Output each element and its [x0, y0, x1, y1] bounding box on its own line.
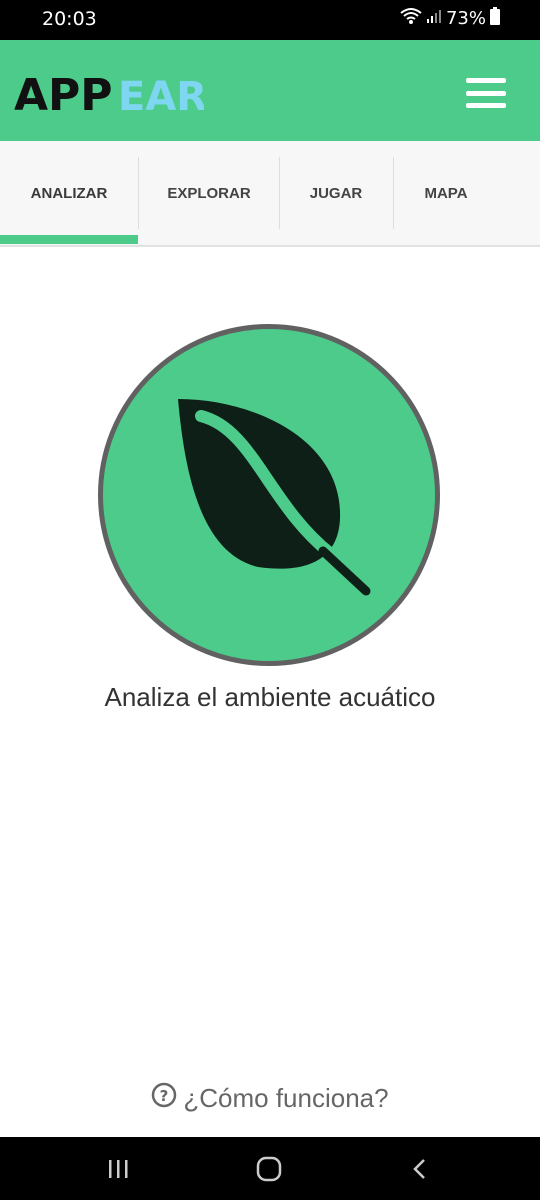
system-nav-bar: [0, 1137, 540, 1200]
menu-icon-bar: [466, 103, 506, 108]
help-circle-icon: ?: [151, 1082, 177, 1115]
svg-text:?: ?: [160, 1087, 169, 1105]
recents-button[interactable]: [78, 1137, 158, 1200]
active-tab-indicator: [0, 235, 138, 244]
tab-analizar[interactable]: ANALIZAR: [0, 141, 138, 245]
status-time: 20:03: [42, 8, 97, 30]
battery-icon: [490, 7, 500, 30]
back-icon: [413, 1158, 425, 1179]
back-button[interactable]: [380, 1137, 460, 1200]
leaf-icon: [178, 399, 371, 596]
hamburger-menu-button[interactable]: [466, 78, 506, 108]
logo-text-app: APP: [14, 74, 113, 120]
menu-icon-bar: [466, 90, 506, 96]
recents-icon: [109, 1159, 128, 1178]
how-it-works-link[interactable]: ? ¿Cómo funciona?: [0, 1082, 540, 1115]
menu-icon-bar: [466, 78, 506, 83]
tab-bar: ANALIZAR EXPLORAR JUGAR MAPA: [0, 141, 540, 247]
status-icons: 73%: [400, 7, 500, 30]
how-it-works-label: ¿Cómo funciona?: [183, 1083, 389, 1113]
home-icon: [256, 1156, 282, 1181]
appear-logo[interactable]: APP EAR: [14, 70, 207, 125]
status-bar: 20:03 73%: [0, 0, 540, 40]
app-header: APP EAR: [0, 40, 540, 141]
analyze-caption: Analiza el ambiente acuático: [104, 682, 436, 712]
tab-explorar[interactable]: EXPLORAR: [139, 141, 279, 245]
wifi-icon: [400, 7, 422, 30]
logo-text-ear: EAR: [118, 74, 204, 120]
signal-icon: [426, 8, 442, 29]
tab-jugar[interactable]: JUGAR: [280, 141, 392, 245]
analyze-button[interactable]: [98, 324, 440, 666]
battery-percent: 73%: [445, 8, 486, 29]
tab-mapa[interactable]: MAPA: [394, 141, 498, 245]
home-button[interactable]: [229, 1137, 309, 1200]
